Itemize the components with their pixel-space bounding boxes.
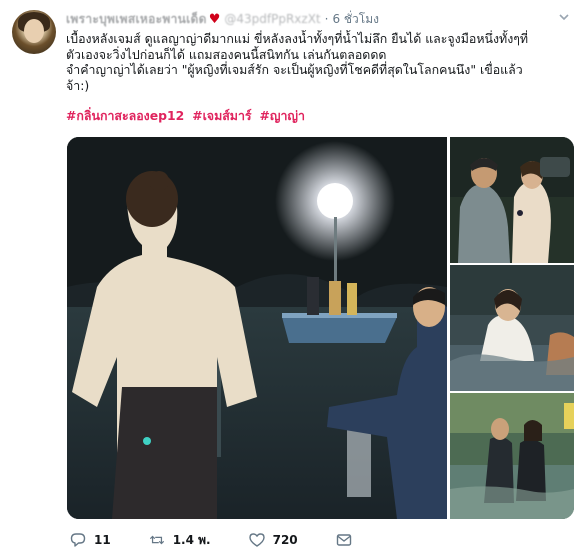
tweet-text-line: จำคำญาญ่าได้เลยว่า "ผู้หญิงที่เจมส์รัก จ… bbox=[66, 62, 523, 77]
tweet-timestamp[interactable]: 6 ชั่วโมง bbox=[332, 10, 379, 29]
direct-message-button[interactable] bbox=[336, 532, 360, 548]
heart-icon bbox=[248, 532, 265, 548]
tweet-text-line: จ้า:) bbox=[66, 77, 90, 93]
media-photo-main[interactable] bbox=[67, 137, 447, 519]
tweet-card: เพราะบุพเพสเหอะพานเด็ด ♥ @43pdfPpRxzXt ·… bbox=[0, 0, 583, 549]
reply-button[interactable]: 11 bbox=[70, 532, 111, 548]
chevron-down-icon[interactable] bbox=[557, 10, 571, 24]
media-photo-3[interactable] bbox=[450, 265, 574, 391]
avatar-face bbox=[24, 19, 44, 43]
media-grid bbox=[67, 137, 574, 519]
hashtag-link[interactable]: #เจมส์มาร์ bbox=[192, 108, 251, 123]
name-heart-emoji: ♥ bbox=[208, 11, 221, 27]
media-photo-2[interactable] bbox=[450, 137, 574, 263]
tweet-text-line: เบื้องหลังเจมส์ ดูแลญาญ่าดีมากแม่ ขี่หลั… bbox=[66, 31, 529, 46]
tweet-header: เพราะบุพเพสเหอะพานเด็ด ♥ @43pdfPpRxzXt ·… bbox=[66, 10, 379, 28]
retweet-button[interactable]: 1.4 พ. bbox=[149, 531, 211, 549]
user-handle[interactable]: @43pdfPpRxzXt bbox=[224, 12, 320, 26]
avatar[interactable] bbox=[12, 10, 56, 54]
tweet-actions: 11 1.4 พ. 720 bbox=[70, 531, 398, 549]
tweet-text: เบื้องหลังเจมส์ ดูแลญาญ่าดีมากแม่ ขี่หลั… bbox=[66, 31, 574, 93]
media-photo-4[interactable] bbox=[450, 393, 574, 519]
hashtag-link[interactable]: #ญาญ่า bbox=[260, 108, 305, 123]
like-count: 720 bbox=[272, 533, 298, 547]
hashtag-link[interactable]: #กลิ่นกาสะลองep12 bbox=[66, 108, 184, 123]
hashtag-list: #กลิ่นกาสะลองep12 #เจมส์มาร์ #ญาญ่า bbox=[66, 108, 309, 124]
retweet-icon bbox=[149, 532, 165, 548]
reply-icon bbox=[70, 532, 86, 548]
separator-dot: · bbox=[324, 12, 329, 26]
display-name[interactable]: เพราะบุพเพสเหอะพานเด็ด bbox=[66, 10, 207, 29]
tweet-text-line: ตัวเองจะวิ่งไปก่อนก็ได้ แถมสองคนนี้สนิทก… bbox=[66, 46, 387, 62]
like-button[interactable]: 720 bbox=[248, 532, 298, 548]
envelope-icon bbox=[336, 532, 352, 548]
reply-count: 11 bbox=[94, 533, 111, 547]
retweet-count: 1.4 พ. bbox=[172, 532, 211, 547]
